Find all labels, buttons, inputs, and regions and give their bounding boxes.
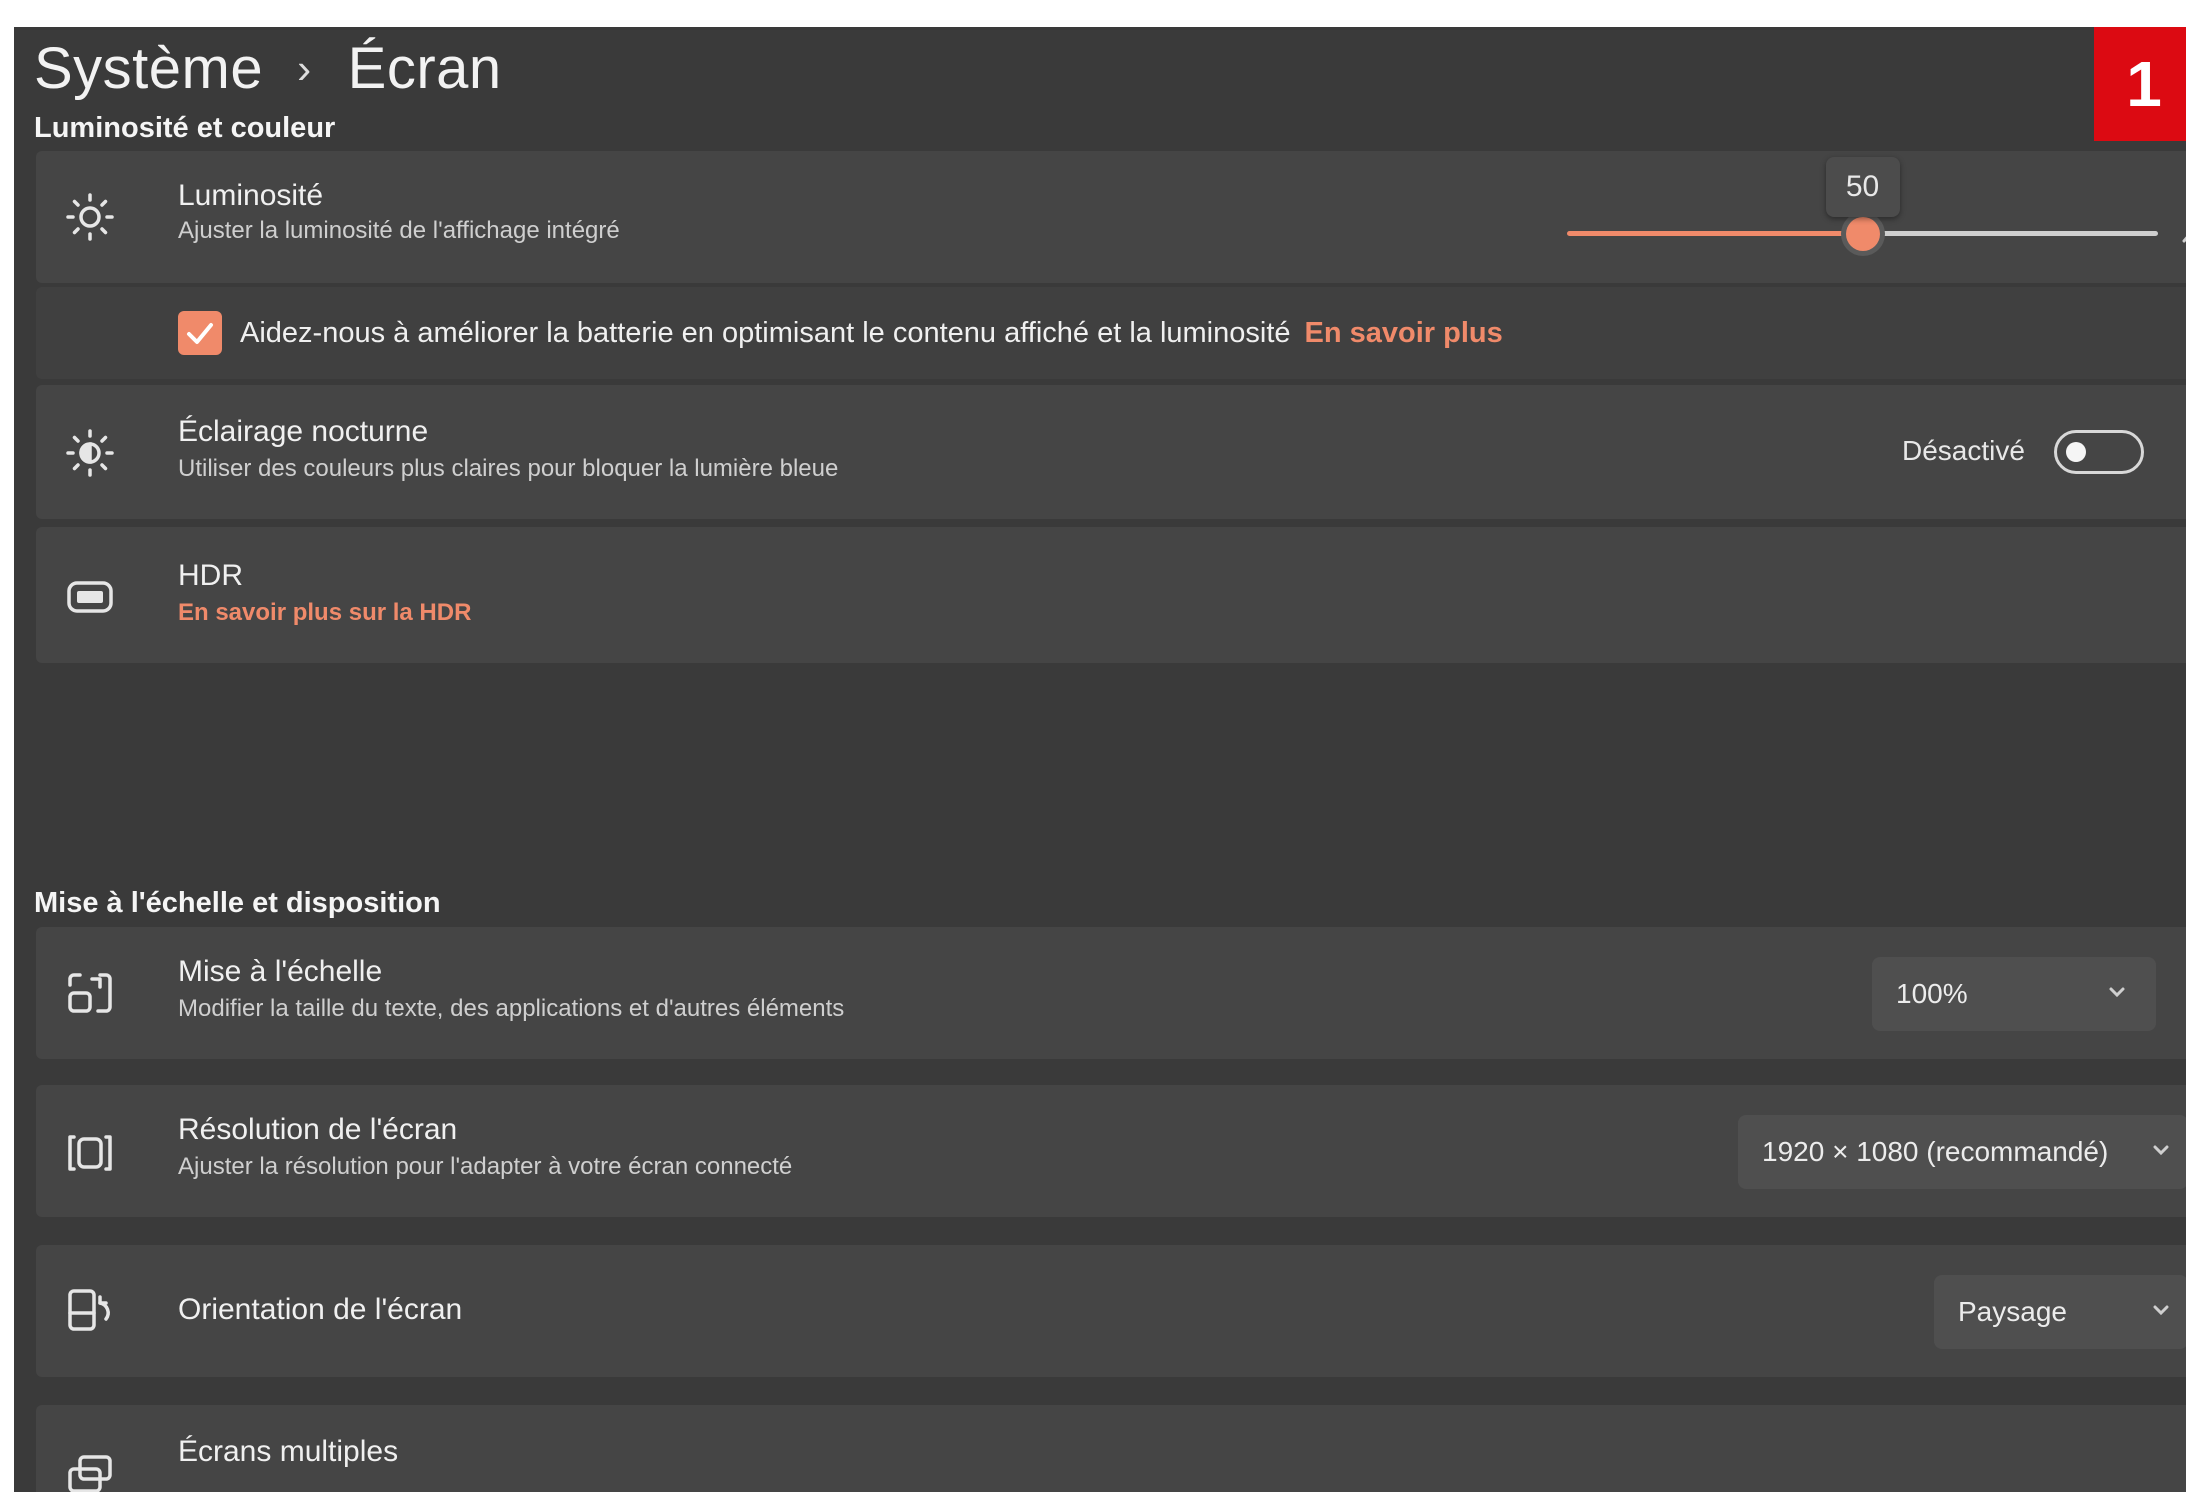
slider-fill: [1567, 231, 1863, 236]
scale-dropdown[interactable]: 100%: [1872, 957, 2156, 1031]
hdr-icon: [62, 569, 118, 625]
scale-description: Modifier la taille du texte, des applica…: [178, 995, 845, 1022]
page-title: Écran: [347, 36, 502, 101]
sun-icon: [62, 189, 118, 245]
night-light-toggle[interactable]: [2054, 430, 2144, 474]
chevron-down-icon: [2148, 1137, 2174, 1163]
night-light-title: Éclairage nocturne: [178, 415, 429, 448]
resolution-description: Ajuster la résolution pour l'adapter à v…: [178, 1153, 793, 1180]
orientation-title: Orientation de l'écran: [178, 1293, 463, 1326]
brightness-collapse-chevron-icon[interactable]: [2182, 219, 2186, 249]
brightness-value-tooltip: 50: [1825, 157, 1900, 217]
section-title-brightness-color: Luminosité et couleur: [34, 112, 336, 144]
resolution-dropdown[interactable]: 1920 × 1080 (recommandé): [1738, 1115, 2186, 1189]
brightness-description: Ajuster la luminosité de l'affichage int…: [178, 217, 620, 244]
slider-track: [1862, 231, 2158, 236]
resolution-title: Résolution de l'écran: [178, 1113, 458, 1146]
hdr-title: HDR: [178, 559, 243, 592]
night-light-state-label: Désactivé: [1902, 435, 2025, 466]
resolution-card: Résolution de l'écran Ajuster la résolut…: [36, 1085, 2186, 1217]
orientation-dropdown[interactable]: Paysage: [1934, 1275, 2186, 1349]
section-title-scale-layout: Mise à l'échelle et disposition: [34, 887, 441, 919]
battery-optimization-checkbox[interactable]: [178, 311, 222, 355]
orientation-icon: [62, 1283, 118, 1339]
hdr-card[interactable]: HDR En savoir plus sur la HDR: [36, 527, 2186, 663]
chevron-down-icon: [2104, 979, 2130, 1005]
orientation-dropdown-value: Paysage: [1958, 1296, 2067, 1327]
learn-more-link[interactable]: En savoir plus: [1305, 317, 1503, 349]
battery-option-card: Aidez-nous à améliorer la batterie en op…: [36, 287, 2186, 379]
night-light-icon: [62, 425, 118, 481]
breadcrumb-parent[interactable]: Système: [34, 35, 263, 102]
slider-thumb[interactable]: [1845, 217, 1880, 251]
battery-optimization-text: Aidez-nous à améliorer la batterie en op…: [240, 317, 1291, 349]
chevron-down-icon: [2148, 1297, 2174, 1323]
resolution-dropdown-value: 1920 × 1080 (recommandé): [1762, 1136, 2109, 1167]
step-number-badge: 1: [2094, 27, 2186, 141]
multiple-displays-card[interactable]: Écrans multiples: [36, 1405, 2186, 1492]
toggle-knob: [2066, 442, 2086, 462]
battery-optimization-label: Aidez-nous à améliorer la batterie en op…: [240, 317, 1503, 350]
scale-dropdown-value: 100%: [1896, 978, 1968, 1009]
multiple-displays-icon: [62, 1449, 118, 1492]
scale-icon: [62, 965, 118, 1021]
scale-title: Mise à l'échelle: [178, 955, 383, 988]
multiple-displays-title: Écrans multiples: [178, 1435, 399, 1468]
breadcrumb: Système › Écran: [34, 35, 502, 102]
settings-window: Système › Écran 1 Luminosité et couleur …: [14, 27, 2186, 1492]
scale-card: Mise à l'échelle Modifier la taille du t…: [36, 927, 2186, 1059]
hdr-learn-more-link[interactable]: En savoir plus sur la HDR: [178, 599, 471, 627]
breadcrumb-separator-icon: ›: [297, 44, 312, 92]
orientation-card: Orientation de l'écran Paysage: [36, 1245, 2186, 1377]
resolution-icon: [62, 1125, 118, 1181]
night-light-card[interactable]: Éclairage nocturne Utiliser des couleurs…: [36, 385, 2186, 519]
night-light-description: Utiliser des couleurs plus claires pour …: [178, 455, 839, 482]
brightness-title: Luminosité: [178, 179, 324, 212]
